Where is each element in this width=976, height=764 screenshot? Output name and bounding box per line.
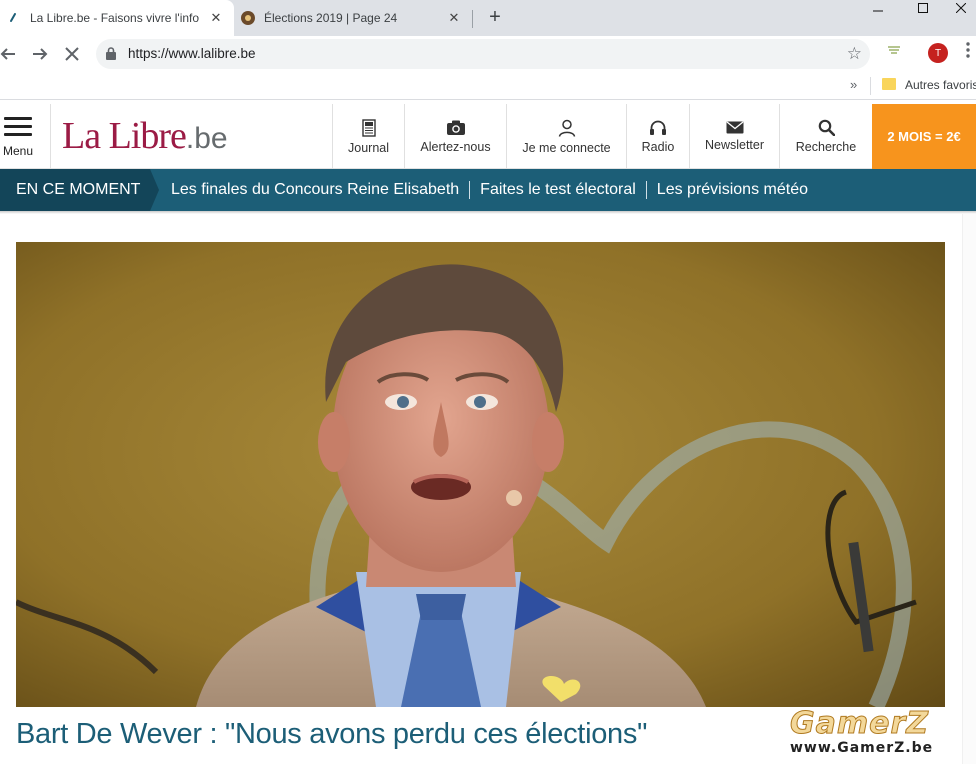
url-text: https://www.lalibre.be bbox=[128, 46, 256, 61]
trending-arrow bbox=[150, 169, 159, 211]
forum-favicon-icon bbox=[240, 10, 256, 26]
folder-icon bbox=[882, 78, 896, 90]
extension-icon[interactable] bbox=[886, 44, 902, 60]
header-alertez-nous-link[interactable]: Alertez-nous bbox=[405, 104, 506, 169]
trending-shadow bbox=[0, 211, 976, 214]
trending-divider bbox=[645, 181, 647, 199]
window-close-icon[interactable] bbox=[946, 0, 976, 16]
bookmark-folder-other[interactable]: Autres favoris bbox=[905, 78, 976, 92]
trending-divider bbox=[469, 181, 471, 199]
header-item-label: Recherche bbox=[795, 140, 857, 154]
bookmarks-bar: » Autres favoris bbox=[0, 72, 976, 100]
tab-divider bbox=[472, 10, 473, 28]
article-headline[interactable]: Bart De Wever : "Nous avons perdu ces él… bbox=[16, 718, 647, 751]
header-newsletter-link[interactable]: Newsletter bbox=[690, 104, 779, 169]
header-item-label: Alertez-nous bbox=[420, 139, 491, 154]
browser-tab-active[interactable]: La Libre.be - Faisons vivre l'info ✕ bbox=[0, 0, 234, 36]
trending-label: EN CE MOMENT bbox=[0, 169, 150, 211]
back-arrow-icon[interactable] bbox=[0, 42, 20, 66]
user-icon bbox=[558, 119, 575, 137]
header-item-label: Newsletter bbox=[704, 138, 765, 152]
header-radio-link[interactable]: Radio bbox=[627, 104, 689, 169]
gamerz-watermark: GamerZ www.GamerZ.be bbox=[789, 706, 960, 764]
maximize-icon[interactable] bbox=[903, 0, 943, 16]
logo-tld: .be bbox=[185, 122, 228, 155]
bookmarks-divider bbox=[870, 77, 871, 95]
trending-links: Les finales du Concours Reine Elisabeth … bbox=[171, 169, 808, 211]
page-scrollbar[interactable] bbox=[962, 214, 976, 764]
browser-tab[interactable]: Élections 2019 | Page 24 ✕ bbox=[234, 0, 472, 36]
browser-menu-icon[interactable] bbox=[962, 42, 974, 58]
address-bar[interactable]: https://www.lalibre.be ☆ bbox=[96, 39, 870, 69]
browser-tabstrip: La Libre.be - Faisons vivre l'info ✕ Éle… bbox=[0, 0, 976, 36]
lalibre-favicon-icon bbox=[6, 10, 22, 26]
hamburger-icon bbox=[4, 117, 32, 141]
trending-bar: EN CE MOMENT Les finales du Concours Rei… bbox=[0, 169, 976, 211]
menu-button[interactable]: Menu bbox=[0, 104, 40, 169]
camera-icon bbox=[446, 120, 465, 135]
trending-link[interactable]: Les prévisions météo bbox=[657, 181, 808, 199]
header-item-label: Radio bbox=[641, 139, 675, 154]
browser-toolbar: https://www.lalibre.be ☆ bbox=[0, 36, 976, 72]
forward-arrow-icon[interactable] bbox=[28, 42, 52, 66]
headphones-icon bbox=[650, 120, 666, 135]
header-journal-link[interactable]: Journal bbox=[333, 104, 404, 169]
tab-close-icon[interactable]: ✕ bbox=[446, 10, 462, 26]
trending-link[interactable]: Les finales du Concours Reine Elisabeth bbox=[171, 181, 459, 199]
tab-title: Élections 2019 | Page 24 bbox=[264, 11, 398, 25]
site-header: Menu La Libre.be Journal Alertez-nous Je… bbox=[0, 104, 976, 169]
hero-photo bbox=[16, 242, 945, 707]
header-search-link[interactable]: Recherche bbox=[780, 104, 872, 169]
watermark-url: www.GamerZ.be bbox=[790, 740, 934, 756]
header-item-label: Je me connecte bbox=[522, 140, 611, 155]
new-tab-plus-icon[interactable]: + bbox=[484, 6, 506, 28]
bookmarks-overflow-icon[interactable]: » bbox=[850, 77, 857, 92]
trending-link[interactable]: Faites le test électoral bbox=[480, 181, 636, 199]
tab-title: La Libre.be - Faisons vivre l'info bbox=[30, 11, 200, 25]
newspaper-icon bbox=[361, 118, 376, 137]
stop-loading-icon[interactable] bbox=[60, 42, 84, 66]
subscribe-offer-button[interactable]: 2 MOIS = 2€ bbox=[872, 104, 976, 169]
header-divider bbox=[50, 104, 51, 169]
logo-name: La Libre bbox=[62, 115, 187, 157]
lock-icon bbox=[106, 47, 116, 60]
envelope-icon bbox=[726, 121, 743, 134]
menu-label: Menu bbox=[3, 144, 34, 158]
site-logo[interactable]: La Libre.be bbox=[62, 114, 228, 161]
bookmark-star-icon[interactable]: ☆ bbox=[847, 44, 862, 64]
tab-close-icon[interactable]: ✕ bbox=[208, 10, 224, 26]
minimize-icon[interactable] bbox=[858, 0, 898, 16]
article-hero-image[interactable] bbox=[16, 242, 945, 707]
watermark-title: GamerZ bbox=[789, 706, 930, 742]
header-login-link[interactable]: Je me connecte bbox=[507, 104, 626, 169]
header-item-label: Journal bbox=[348, 140, 389, 155]
search-icon bbox=[818, 119, 835, 136]
profile-avatar[interactable]: T bbox=[928, 43, 948, 63]
